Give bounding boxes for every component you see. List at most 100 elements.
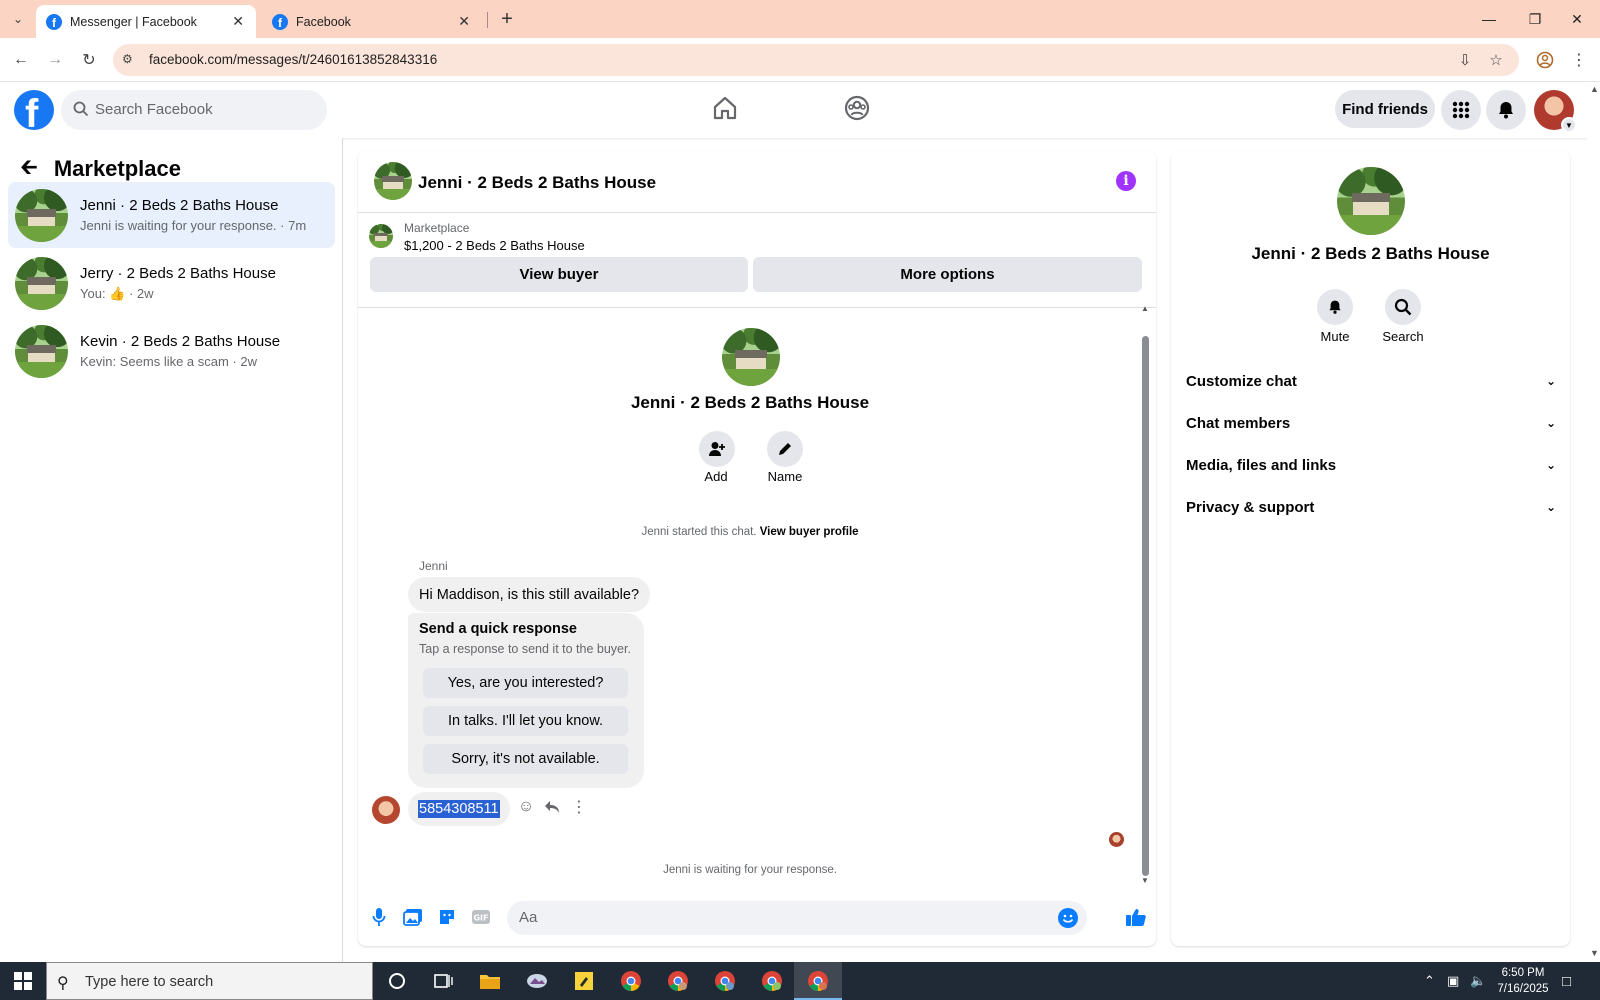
send-like-thumbs-up-icon[interactable]	[1125, 906, 1147, 928]
file-explorer-icon[interactable]	[477, 968, 503, 994]
url-text[interactable]: facebook.com/messages/t/2460161385284331…	[149, 52, 437, 67]
view-buyer-profile-link[interactable]: View buyer profile	[760, 526, 859, 538]
volume-icon[interactable]: 🔈	[1470, 973, 1486, 989]
cortana-icon[interactable]	[384, 968, 410, 994]
reload-icon[interactable]: ↻	[77, 48, 101, 72]
conversation-item-jerry[interactable]: Jerry · 2 Beds 2 Baths House You: 👍 · 2w	[8, 250, 335, 316]
menu-grid-icon[interactable]	[1441, 90, 1481, 130]
gif-icon[interactable]: GIF	[470, 906, 492, 928]
listing-title[interactable]: $1,200 - 2 Beds 2 Baths House	[404, 238, 585, 253]
restore-icon[interactable]: ❐	[1512, 6, 1558, 32]
facebook-favicon-icon: f	[46, 13, 62, 30]
install-app-icon[interactable]: ⇩	[1455, 50, 1475, 70]
find-friends-button[interactable]: Find friends	[1335, 90, 1435, 128]
search-placeholder: Search Facebook	[95, 101, 213, 118]
forward-icon[interactable]: →	[43, 48, 67, 72]
quick-response-not-available-button[interactable]: Sorry, it's not available.	[423, 744, 628, 774]
chevron-down-icon: ⌄	[1545, 374, 1556, 388]
microphone-icon[interactable]	[368, 906, 390, 928]
tab-facebook[interactable]: f Facebook ✕	[262, 5, 482, 38]
page-scrollbar[interactable]: ▲ ▼	[1588, 82, 1600, 962]
facebook-logo-icon[interactable]: f	[14, 90, 54, 130]
minimize-icon[interactable]: —	[1466, 6, 1512, 32]
search-in-conversation-icon[interactable]	[1385, 289, 1421, 325]
quick-response-yes-button[interactable]: Yes, are you interested?	[423, 668, 628, 698]
listing-thumbnail	[15, 325, 68, 378]
taskbar-search-box[interactable]: ⚲ Type here to search	[46, 962, 373, 1000]
conversation-info-icon[interactable]: i	[1116, 171, 1136, 191]
chrome-profile-icon[interactable]	[665, 968, 691, 994]
facebook-search-input[interactable]: Search Facebook	[61, 90, 327, 130]
profile-icon[interactable]	[1533, 48, 1557, 72]
chat-profile-name: Jenni · 2 Beds 2 Baths House	[630, 393, 870, 412]
media-files-links-section[interactable]: Media, files and links ⌄	[1186, 450, 1556, 480]
scrollbar-thumb[interactable]	[1142, 336, 1149, 876]
chat-scrollbar[interactable]: ▲ ▼	[1139, 304, 1151, 886]
chat-title[interactable]: Jenni · 2 Beds 2 Baths House	[418, 173, 656, 193]
chat-members-section[interactable]: Chat members ⌄	[1186, 408, 1556, 438]
back-icon[interactable]: ←	[9, 48, 33, 72]
windows-start-icon[interactable]	[0, 962, 46, 1000]
home-icon[interactable]	[711, 94, 743, 126]
chrome-profile-icon[interactable]	[712, 968, 738, 994]
section-label: Chat members	[1186, 414, 1291, 432]
incoming-message-bubble[interactable]: Hi Maddison, is this still available?	[408, 577, 651, 612]
conversation-item-jenni[interactable]: Jenni · 2 Beds 2 Baths House Jenni is wa…	[8, 182, 335, 248]
customize-chat-section[interactable]: Customize chat ⌄	[1186, 366, 1556, 396]
privacy-support-section[interactable]: Privacy & support ⌄	[1186, 492, 1556, 522]
chrome-icon[interactable]	[618, 968, 644, 994]
more-options-button[interactable]: More options	[753, 257, 1142, 292]
photo-app-icon[interactable]	[524, 968, 550, 994]
chevron-down-icon: ▼	[1561, 117, 1577, 133]
chrome-profile-icon[interactable]	[805, 968, 831, 994]
react-emoji-icon[interactable]: ☺	[515, 796, 537, 818]
new-tab-icon[interactable]: +	[495, 7, 519, 31]
sender-avatar[interactable]	[372, 796, 400, 824]
chat-header-thumbnail[interactable]	[374, 162, 412, 200]
more-actions-icon[interactable]: ⋮	[568, 796, 590, 818]
groups-icon[interactable]	[843, 94, 875, 126]
sidebar-title: Marketplace	[53, 156, 182, 181]
attach-photo-icon[interactable]	[402, 906, 424, 928]
notifications-bell-icon[interactable]	[1486, 90, 1526, 130]
edit-name-pencil-icon[interactable]	[767, 431, 803, 467]
scroll-down-icon[interactable]: ▼	[1141, 876, 1149, 885]
sticker-icon[interactable]	[436, 906, 458, 928]
close-tab-icon[interactable]: ✕	[232, 13, 244, 30]
site-info-icon[interactable]: ⚙	[122, 52, 138, 68]
omnibox[interactable]: ⚙ facebook.com/messages/t/24601613852843…	[113, 44, 1519, 76]
close-tab-icon[interactable]: ✕	[458, 13, 470, 30]
conversation-item-kevin[interactable]: Kevin · 2 Beds 2 Baths House Kevin: Seem…	[8, 318, 335, 384]
action-center-icon[interactable]: □	[1562, 973, 1571, 990]
chevron-down-icon: ⌄	[1545, 458, 1556, 472]
reply-icon[interactable]	[541, 796, 563, 818]
task-view-icon[interactable]	[430, 968, 456, 994]
tab-messenger[interactable]: f Messenger | Facebook ✕	[36, 5, 256, 38]
show-hidden-icons-chevron-icon[interactable]: ⌃	[1424, 973, 1435, 989]
account-avatar[interactable]: ▼	[1534, 90, 1577, 133]
close-window-icon[interactable]: ✕	[1554, 6, 1600, 32]
page-scroll-down-icon[interactable]: ▼	[1590, 948, 1599, 958]
phone-number-message-bubble[interactable]: 5854308511	[408, 792, 510, 826]
browser-menu-icon[interactable]: ⋮	[1567, 48, 1591, 72]
quick-response-in-talks-button[interactable]: In talks. I'll let you know.	[423, 706, 628, 736]
tab-search-chevron-icon[interactable]: ⌄	[6, 7, 30, 31]
mute-bell-icon[interactable]	[1317, 289, 1353, 325]
view-buyer-button[interactable]: View buyer	[370, 257, 748, 292]
selected-phone-number-text[interactable]: 5854308511	[418, 800, 500, 818]
add-person-icon[interactable]	[699, 431, 735, 467]
emoji-picker-icon[interactable]	[1058, 908, 1078, 928]
page-scroll-up-icon[interactable]: ▲	[1590, 84, 1599, 94]
message-input[interactable]	[519, 909, 1039, 926]
chrome-profile-icon[interactable]	[759, 968, 785, 994]
sticky-notes-icon[interactable]	[571, 968, 597, 994]
tab-divider	[487, 12, 488, 28]
listing-label: Marketplace	[404, 221, 470, 235]
bookmark-star-icon[interactable]: ☆	[1486, 50, 1506, 70]
message-composer[interactable]	[507, 901, 1087, 935]
network-icon[interactable]: ▣	[1447, 973, 1459, 989]
started-text: Jenni started this chat.	[641, 526, 757, 538]
taskbar-clock[interactable]: 6:50 PM 7/16/2025	[1488, 965, 1558, 997]
scroll-up-icon[interactable]: ▲	[1141, 304, 1149, 313]
mute-label: Mute	[1320, 329, 1350, 344]
